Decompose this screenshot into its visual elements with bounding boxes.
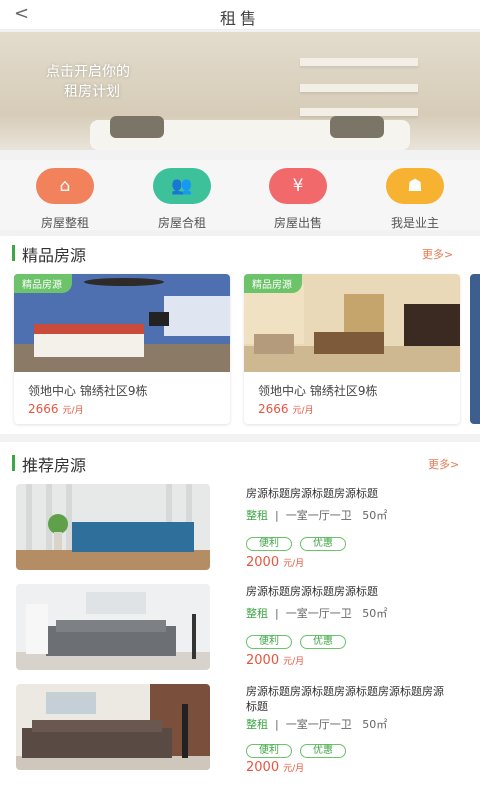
listing-tags: 便利 优惠 <box>246 738 472 758</box>
listing-meta: 整租 | 一室一厅一卫 50㎡ <box>246 718 388 731</box>
listing-price: 2000 元/月 <box>246 555 305 570</box>
listing-title: 房源标题房源标题房源标题房源标题房源标题 <box>246 685 444 713</box>
tag-pill: 优惠 <box>300 744 346 758</box>
banner-slogan: 点击开启你的 租房计划 <box>46 62 130 102</box>
quick-entry-label: 房屋出售 <box>273 216 322 230</box>
quick-entry-sale[interactable]: ¥ 房屋出售 <box>248 168 348 231</box>
page-title: 租售 <box>219 9 260 28</box>
listing-meta: 整租 | 一室一厅一卫 50㎡ <box>246 509 388 522</box>
quick-entry-owner[interactable]: ☗ 我是业主 <box>365 168 465 231</box>
card-tag: 精品房源 <box>244 274 302 293</box>
top-bar: < 租售 <box>0 0 480 30</box>
tag-pill: 便利 <box>246 635 292 649</box>
cushion-graphic <box>330 116 384 138</box>
tag-pill: 便利 <box>246 537 292 551</box>
listing-photo[interactable] <box>16 684 210 770</box>
users-icon: 👥 <box>153 168 211 204</box>
ticket-icon: ¥ <box>269 168 327 204</box>
featured-card[interactable]: 精品房源 领地中心 锦绣社区9栋 2666 元/月 <box>244 274 460 424</box>
promo-banner[interactable]: 点击开启你的 租房计划 <box>0 32 480 150</box>
banner-line-2: 租房计划 <box>64 84 120 100</box>
next-card-peek[interactable] <box>470 274 480 424</box>
wall-shelf <box>300 84 418 92</box>
tag-pill: 优惠 <box>300 635 346 649</box>
card-name: 领地中心 锦绣社区9栋 <box>258 384 378 398</box>
listing-price: 2000 元/月 <box>246 653 305 668</box>
card-price: 2666 元/月 <box>28 402 84 416</box>
cushion-graphic <box>110 116 164 138</box>
card-name: 领地中心 锦绣社区9栋 <box>28 384 148 398</box>
quick-entry-shared-rent[interactable]: 👥 房屋合租 <box>132 168 232 231</box>
quick-entry-label: 房屋合租 <box>157 216 206 230</box>
listing-tags: 便利 优惠 <box>246 629 472 649</box>
listing-price: 2000 元/月 <box>246 760 305 775</box>
listing-photo[interactable] <box>16 484 210 570</box>
listing-tags: 便利 优惠 <box>246 531 472 551</box>
listing-info[interactable]: 房源标题房源标题房源标题 整租 | 一室一厅一卫 50㎡ 便利 优惠 2000 元/… <box>246 486 472 570</box>
banner-line-1: 点击开启你的 <box>46 64 130 80</box>
tag-pill: 优惠 <box>300 537 346 551</box>
listing-info[interactable]: 房源标题房源标题房源标题房源标题房源标题 整租 | 一室一厅一卫 50㎡ 便利优… <box>246 684 472 775</box>
wall-shelf <box>300 58 418 66</box>
listing-meta: 整租 | 一室一厅一卫 50㎡ <box>246 607 388 620</box>
featured-card[interactable]: 精品房源 领地中心 锦绣社区9栋 2666 元/月 <box>14 274 230 424</box>
section-title: 精品房源 <box>11 242 86 266</box>
tag-pill: 便利 <box>246 744 292 758</box>
card-tag: 精品房源 <box>14 274 72 293</box>
wall-shelf <box>300 108 418 116</box>
recommend-more-link[interactable]: 更多> <box>428 456 459 472</box>
quick-entry-bar: ⌂ 房屋整租 👥 房屋合租 ¥ 房屋出售 ☗ 我是业主 <box>0 160 480 230</box>
card-price: 2666 元/月 <box>258 402 314 416</box>
quick-entry-label: 我是业主 <box>390 216 439 230</box>
listing-title: 房源标题房源标题房源标题 <box>246 585 378 598</box>
quick-entry-whole-rent[interactable]: ⌂ 房屋整租 <box>15 168 115 231</box>
owner-icon: ☗ <box>386 168 444 204</box>
house-icon: ⌂ <box>36 168 94 204</box>
listing-info[interactable]: 房源标题房源标题房源标题 整租 | 一室一厅一卫 50㎡ 便利 优惠 2000 元/… <box>246 584 472 668</box>
listing-title: 房源标题房源标题房源标题 <box>246 487 378 500</box>
quick-entry-label: 房屋整租 <box>40 216 89 230</box>
section-title: 推荐房源 <box>11 452 86 476</box>
featured-more-link[interactable]: 更多> <box>422 246 453 262</box>
listing-photo[interactable] <box>16 584 210 670</box>
